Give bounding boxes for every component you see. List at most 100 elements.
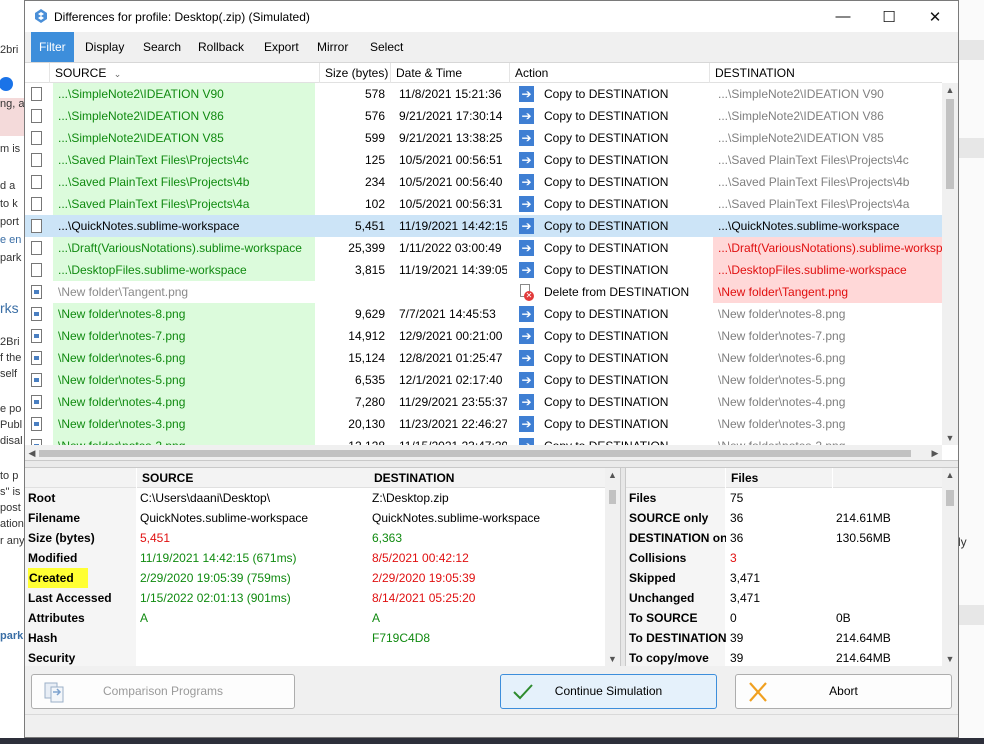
- file-icon: [31, 171, 45, 193]
- table-row[interactable]: ...\Saved PlainText Files\Projects\4a 10…: [25, 193, 942, 215]
- file-icon: [31, 237, 45, 259]
- stat-size: [836, 548, 936, 568]
- table-row[interactable]: \New folder\notes-7.png 14,912 12/9/2021…: [25, 325, 942, 347]
- table-row[interactable]: ...\Draft(VariousNotations).sublime-work…: [25, 237, 942, 259]
- copy-arrow-icon: ➔: [519, 259, 535, 281]
- stats-scrollbar[interactable]: ▲ ▼: [942, 468, 958, 666]
- column-size[interactable]: Size (bytes): [319, 63, 391, 83]
- scroll-thumb[interactable]: [946, 490, 954, 506]
- menu-display[interactable]: Display: [77, 32, 132, 62]
- stat-value: 3,471: [730, 571, 761, 585]
- horizontal-splitter[interactable]: [25, 460, 958, 468]
- column-date[interactable]: Date & Time: [390, 63, 508, 83]
- table-row[interactable]: ...\SimpleNote2\IDEATION V90 578 11/8/20…: [25, 83, 942, 105]
- menu-filter[interactable]: Filter: [31, 32, 74, 62]
- table-row[interactable]: ...\Saved PlainText Files\Projects\4b 23…: [25, 171, 942, 193]
- scroll-up-icon[interactable]: ▲: [605, 468, 620, 482]
- row-size: 25,399: [348, 241, 385, 255]
- bg-text: to k: [0, 198, 18, 210]
- detail-row-attributes: Attributes A A: [25, 608, 605, 628]
- copy-arrow-icon: ➔: [519, 193, 535, 215]
- bg-text: park: [0, 252, 22, 264]
- row-size: 12,128: [315, 435, 387, 445]
- stat-row: To SOURCE 0 0B: [626, 608, 942, 628]
- bg-text: ng, a: [0, 98, 25, 110]
- copy-arrow-icon: ➔: [519, 347, 535, 369]
- scroll-thumb[interactable]: [609, 490, 616, 504]
- table-row[interactable]: \New folder\notes-2.png 12,128 11/15/202…: [25, 435, 942, 445]
- file-icon: [31, 105, 45, 127]
- copy-arrow-icon: ➔: [519, 237, 535, 259]
- scroll-right-icon[interactable]: ▶: [928, 445, 942, 460]
- detail-label: Size (bytes): [28, 531, 95, 545]
- scroll-down-icon[interactable]: ▼: [942, 431, 958, 445]
- file-icon: [31, 215, 45, 237]
- table-row[interactable]: ...\DesktopFiles.sublime-workspace 3,815…: [25, 259, 942, 281]
- row-action: Copy to DESTINATION: [544, 241, 669, 255]
- table-row[interactable]: \New folder\Tangent.png ✕ Delete from DE…: [25, 281, 942, 303]
- stat-row: SOURCE only 36 214.61MB: [626, 508, 942, 528]
- close-button[interactable]: ✕: [912, 1, 958, 32]
- bg-text: self: [0, 368, 18, 380]
- stat-row: DESTINATION only 36 130.56MB: [626, 528, 942, 548]
- bg-text: r any: [0, 535, 25, 547]
- row-date: 11/19/2021 14:42:15: [399, 219, 507, 233]
- detail-row-root: Root C:\Users\daani\Desktop\ Z:\Desktop.…: [25, 488, 605, 508]
- column-action[interactable]: Action: [509, 63, 709, 83]
- scroll-left-icon[interactable]: ◀: [25, 445, 39, 460]
- table-row-selected[interactable]: ...\QuickNotes.sublime-workspace 5,451 1…: [25, 215, 942, 237]
- scroll-down-icon[interactable]: ▼: [605, 652, 620, 666]
- stat-value: 36: [730, 511, 744, 525]
- abort-button[interactable]: Abort: [735, 674, 952, 709]
- table-row[interactable]: \New folder\notes-4.png 7,280 11/29/2021…: [25, 391, 942, 413]
- continue-simulation-button[interactable]: Continue Simulation: [500, 674, 717, 709]
- table-row[interactable]: ...\Saved PlainText Files\Projects\4c 12…: [25, 149, 942, 171]
- menu-mirror[interactable]: Mirror: [309, 32, 356, 62]
- table-row[interactable]: ...\SimpleNote2\IDEATION V86 576 9/21/20…: [25, 105, 942, 127]
- stat-size: [836, 488, 936, 508]
- column-destination[interactable]: DESTINATION: [709, 63, 942, 83]
- detail-label: Security: [28, 651, 76, 665]
- row-destination: \New folder\notes-4.png: [718, 395, 846, 409]
- table-row[interactable]: \New folder\notes-3.png 20,130 11/23/202…: [25, 413, 942, 435]
- row-action: Copy to DESTINATION: [544, 417, 669, 431]
- stat-label: To DESTINATION: [629, 631, 726, 645]
- table-row[interactable]: \New folder\notes-8.png 9,629 7/7/2021 1…: [25, 303, 942, 325]
- table-row[interactable]: ...\SimpleNote2\IDEATION V85 599 9/21/20…: [25, 127, 942, 149]
- row-size: 234: [364, 175, 385, 189]
- maximize-button[interactable]: ☐: [866, 1, 912, 32]
- row-source: \New folder\notes-7.png: [53, 325, 315, 347]
- row-date: 11/19/2021 14:39:05: [399, 263, 507, 277]
- row-destination: \New folder\notes-7.png: [718, 329, 846, 343]
- row-destination: ...\SimpleNote2\IDEATION V90: [718, 87, 884, 101]
- row-source: ...\Draft(VariousNotations).sublime-work…: [53, 237, 315, 259]
- scroll-up-icon[interactable]: ▲: [942, 83, 958, 97]
- scroll-down-icon[interactable]: ▼: [942, 652, 958, 666]
- scroll-up-icon[interactable]: ▲: [942, 468, 958, 482]
- row-date: 10/5/2021 00:56:31: [399, 197, 503, 211]
- detail-destination: Z:\Desktop.zip: [372, 491, 449, 505]
- grid-horizontal-scrollbar[interactable]: ◀ ▶: [25, 445, 942, 460]
- details-scrollbar[interactable]: ▲ ▼: [605, 468, 620, 666]
- scroll-thumb[interactable]: [39, 450, 911, 457]
- row-date: 11/29/2021 23:55:37: [399, 395, 507, 409]
- stat-row: To copy/move 39 214.64MB: [626, 648, 942, 666]
- row-source: \New folder\notes-8.png: [53, 303, 315, 325]
- menu-rollback[interactable]: Rollback: [190, 32, 252, 62]
- menu-search[interactable]: Search: [135, 32, 189, 62]
- row-destination: ...\Saved PlainText Files\Projects\4a: [718, 197, 910, 211]
- scroll-thumb[interactable]: [946, 99, 954, 189]
- comparison-programs-button[interactable]: Comparison Programs: [31, 674, 295, 709]
- detail-source: [137, 628, 367, 648]
- grid-vertical-scrollbar[interactable]: ▲ ▼: [942, 83, 958, 445]
- statistics-panel: Files Files 75 SOURCE only 36 214.61MB D…: [626, 468, 958, 666]
- table-row[interactable]: \New folder\notes-5.png 6,535 12/1/2021 …: [25, 369, 942, 391]
- bg-text: port: [0, 216, 19, 228]
- detail-label: Modified: [28, 551, 78, 565]
- table-row[interactable]: \New folder\notes-6.png 15,124 12/8/2021…: [25, 347, 942, 369]
- details-panel: SOURCE DESTINATION Root C:\Users\daani\D…: [25, 468, 620, 666]
- column-source[interactable]: SOURCE ⌄: [49, 63, 315, 83]
- menu-export[interactable]: Export: [256, 32, 307, 62]
- minimize-button[interactable]: —: [820, 1, 866, 32]
- menu-select[interactable]: Select: [362, 32, 411, 62]
